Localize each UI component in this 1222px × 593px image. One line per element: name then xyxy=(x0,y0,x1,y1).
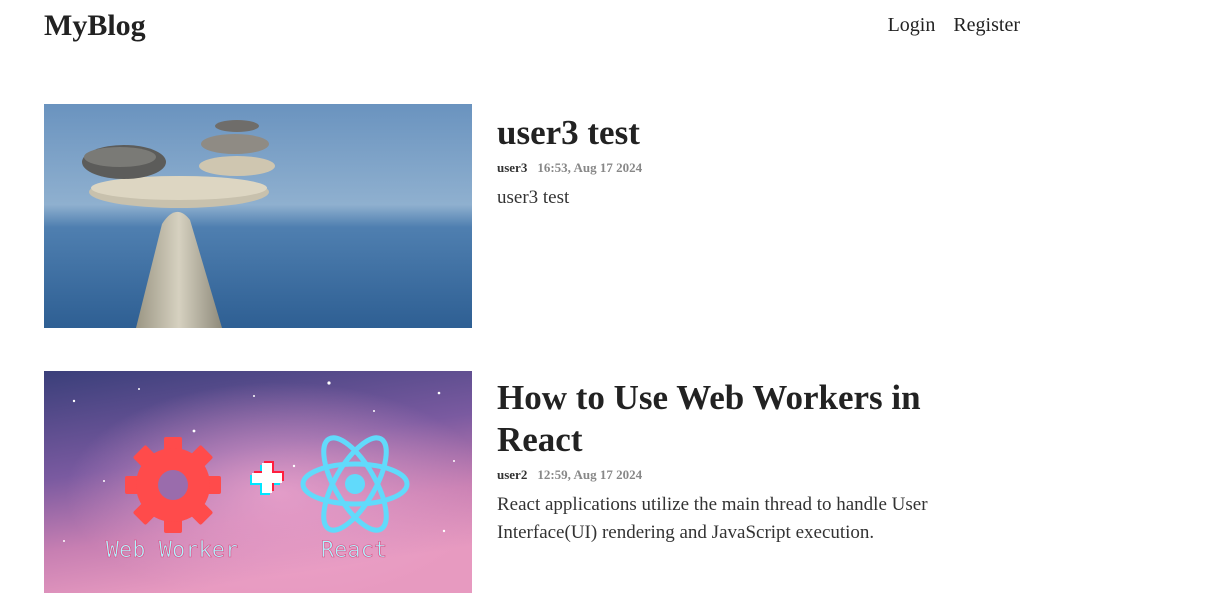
post-info: user2 12:59, Aug 17 2024 xyxy=(497,467,977,483)
post-title[interactable]: How to Use Web Workers in React xyxy=(497,377,977,461)
login-link[interactable]: Login xyxy=(888,8,936,42)
image-caption-right: React xyxy=(321,538,387,563)
post-content: How to Use Web Workers in React user2 12:… xyxy=(497,371,977,566)
post-date: 16:53, Aug 17 2024 xyxy=(537,160,643,175)
post-summary: user3 test xyxy=(497,187,570,208)
site-logo[interactable]: MyBlog xyxy=(44,8,146,44)
image-caption-left: Web Worker xyxy=(106,538,238,563)
site-header: MyBlog Login Register xyxy=(44,8,1020,44)
header-nav: Login Register xyxy=(888,8,1020,42)
post-content: user3 test user3 16:53, Aug 17 2024 user3… xyxy=(497,104,977,231)
post-title[interactable]: user3 test xyxy=(497,112,977,154)
post-image-link[interactable]: Web Worker React xyxy=(44,371,472,593)
post-author: user2 xyxy=(497,467,528,482)
post-summary: React applications utilize the main thre… xyxy=(497,494,928,543)
post-date: 12:59, Aug 17 2024 xyxy=(537,467,643,482)
web-worker-react-image: Web Worker React xyxy=(44,371,472,593)
post-image-link[interactable] xyxy=(44,104,472,328)
post-card: user3 test user3 16:53, Aug 17 2024 user3… xyxy=(44,104,1020,328)
balanced-stones-image xyxy=(44,104,472,328)
register-link[interactable]: Register xyxy=(953,8,1020,42)
post-card: Web Worker React How to Use Web Workers … xyxy=(44,371,1020,593)
gear-icon xyxy=(125,437,221,533)
post-info: user3 16:53, Aug 17 2024 xyxy=(497,160,977,176)
post-author: user3 xyxy=(497,160,528,175)
